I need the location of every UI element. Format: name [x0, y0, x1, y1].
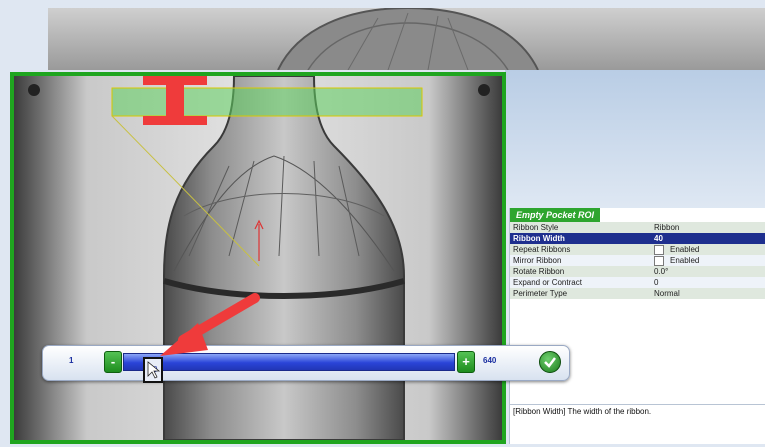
- property-description: [Ribbon Width] The width of the ribbon.: [510, 404, 765, 444]
- checkmark-icon: [544, 357, 556, 368]
- slider-track[interactable]: 40: [123, 353, 455, 383]
- right-panel-background: [505, 70, 765, 210]
- repeat-ribbons-checkbox[interactable]: [654, 244, 664, 255]
- increment-button[interactable]: +: [457, 351, 475, 373]
- property-name: Mirror Ribbon: [510, 255, 651, 266]
- mirror-ribbon-checkbox[interactable]: [654, 255, 664, 266]
- property-value: 0: [651, 277, 765, 288]
- slider-thumb[interactable]: 40: [143, 357, 163, 383]
- property-row-repeat-ribbons[interactable]: Repeat Ribbons Enabled: [510, 244, 765, 255]
- property-value: 0.0°: [651, 266, 765, 277]
- camera-view[interactable]: [10, 72, 506, 444]
- decrement-button[interactable]: -: [104, 351, 122, 373]
- property-name: Ribbon Style: [510, 222, 651, 233]
- property-value: 40: [651, 233, 765, 244]
- slider-max-label: 640: [483, 356, 497, 365]
- property-value: Normal: [651, 288, 765, 299]
- property-row-expand-contract[interactable]: Expand or Contract 0: [510, 277, 765, 288]
- checkbox-label: Enabled: [670, 244, 700, 254]
- property-name: Perimeter Type: [510, 288, 651, 299]
- ok-button[interactable]: [539, 351, 561, 373]
- property-value: Enabled: [651, 255, 765, 266]
- roi-tab[interactable]: Empty Pocket ROI: [510, 208, 601, 222]
- checkbox-label: Enabled: [670, 255, 700, 265]
- property-name: Rotate Ribbon: [510, 266, 651, 277]
- background-camera-image: [48, 8, 765, 70]
- property-row-perimeter-type[interactable]: Perimeter Type Normal: [510, 288, 765, 299]
- property-name: Expand or Contract: [510, 277, 651, 288]
- property-grid: Empty Pocket ROI Ribbon Style Ribbon Rib…: [509, 208, 765, 444]
- property-name: Ribbon Width: [510, 233, 651, 244]
- slider-min-label: 1: [69, 356, 74, 365]
- property-name: Repeat Ribbons: [510, 244, 651, 255]
- property-value: Ribbon: [651, 222, 765, 233]
- property-row-mirror-ribbon[interactable]: Mirror Ribbon Enabled: [510, 255, 765, 266]
- property-table: Ribbon Style Ribbon Ribbon Width 40 Repe…: [510, 222, 765, 299]
- property-row-rotate-ribbon[interactable]: Rotate Ribbon 0.0°: [510, 266, 765, 277]
- inspection-app: Empty Pocket ROI Ribbon Style Ribbon Rib…: [0, 0, 765, 447]
- property-row-ribbon-style[interactable]: Ribbon Style Ribbon: [510, 222, 765, 233]
- property-value: Enabled: [651, 244, 765, 255]
- property-row-ribbon-width[interactable]: Ribbon Width 40: [510, 233, 765, 244]
- ribbon-width-slider-panel: 1 - 40 + 640: [42, 345, 570, 383]
